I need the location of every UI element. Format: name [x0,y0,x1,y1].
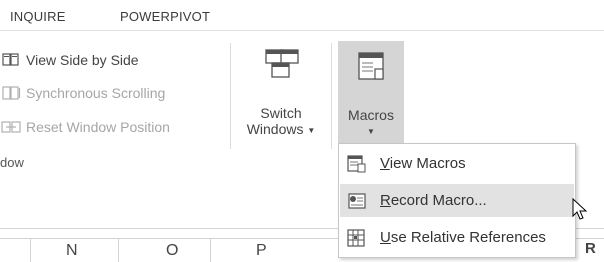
column-divider [118,239,119,262]
switch-windows-label-2: Windows ▼ [236,121,326,137]
synchronous-scrolling-label: Synchronous Scrolling [26,85,166,101]
menu-item-use-relative-references[interactable]: Use Relative References [340,221,574,254]
ribbon-separator [230,43,231,149]
synchronous-scrolling-button[interactable]: Synchronous Scrolling [0,82,165,104]
column-header-o[interactable]: O [166,242,178,260]
switch-windows-label-1: Switch [260,105,302,121]
menu-item-view-macros[interactable]: View Macros [340,147,574,180]
relative-references-icon [346,228,368,248]
column-divider [30,239,31,262]
view-macros-icon [346,154,368,174]
menu-item-text: ecord Macro... [390,192,487,209]
view-side-by-side-label: View Side by Side [26,52,139,68]
menu-item-label: View Macros [380,155,466,172]
accesskey-u: U [380,229,391,246]
window-group-label: dow [0,155,24,170]
dropdown-arrow-icon: ▼ [367,127,375,136]
switch-windows-label-2-text: Windows [246,121,304,137]
column-divider [210,239,211,262]
dropdown-arrow-icon: ▼ [307,125,316,135]
record-macro-icon [346,191,368,211]
ribbon-separator [331,43,332,149]
reset-window-position-button[interactable]: Reset Window Position [0,116,170,138]
column-header-p[interactable]: P [256,242,267,260]
reset-window-icon [0,118,22,136]
switch-windows-button[interactable]: Switch Windows ▼ [236,47,326,137]
column-header-r[interactable]: R [585,240,596,257]
macros-label: Macros [348,107,394,123]
menu-item-label: Record Macro... [380,192,487,209]
accesskey-v: V [380,155,390,172]
menu-item-text: iew Macros [389,155,466,172]
macros-button[interactable]: Macros ▼ [338,41,404,149]
column-header-n[interactable]: N [66,242,78,260]
reset-window-position-label: Reset Window Position [26,119,170,135]
macros-icon [338,41,404,95]
menu-item-record-macro[interactable]: Record Macro... [340,184,574,217]
view-side-by-side-button[interactable]: View Side by Side [0,49,139,71]
accesskey-r: R [380,192,391,209]
sync-scroll-icon [0,84,22,102]
macros-dropdown-menu: View Macros Record Macro... Use Relative… [338,143,576,258]
tab-inquire[interactable]: INQUIRE [10,9,66,24]
switch-windows-icon [236,47,326,87]
mouse-cursor-icon [572,197,588,227]
menu-item-text: se Relative References [390,229,546,246]
ribbon-tab-bar: INQUIRE POWERPIVOT [0,0,604,30]
side-by-side-icon [0,51,22,69]
menu-item-label: Use Relative References [380,229,546,246]
tab-powerpivot[interactable]: POWERPIVOT [120,9,210,24]
